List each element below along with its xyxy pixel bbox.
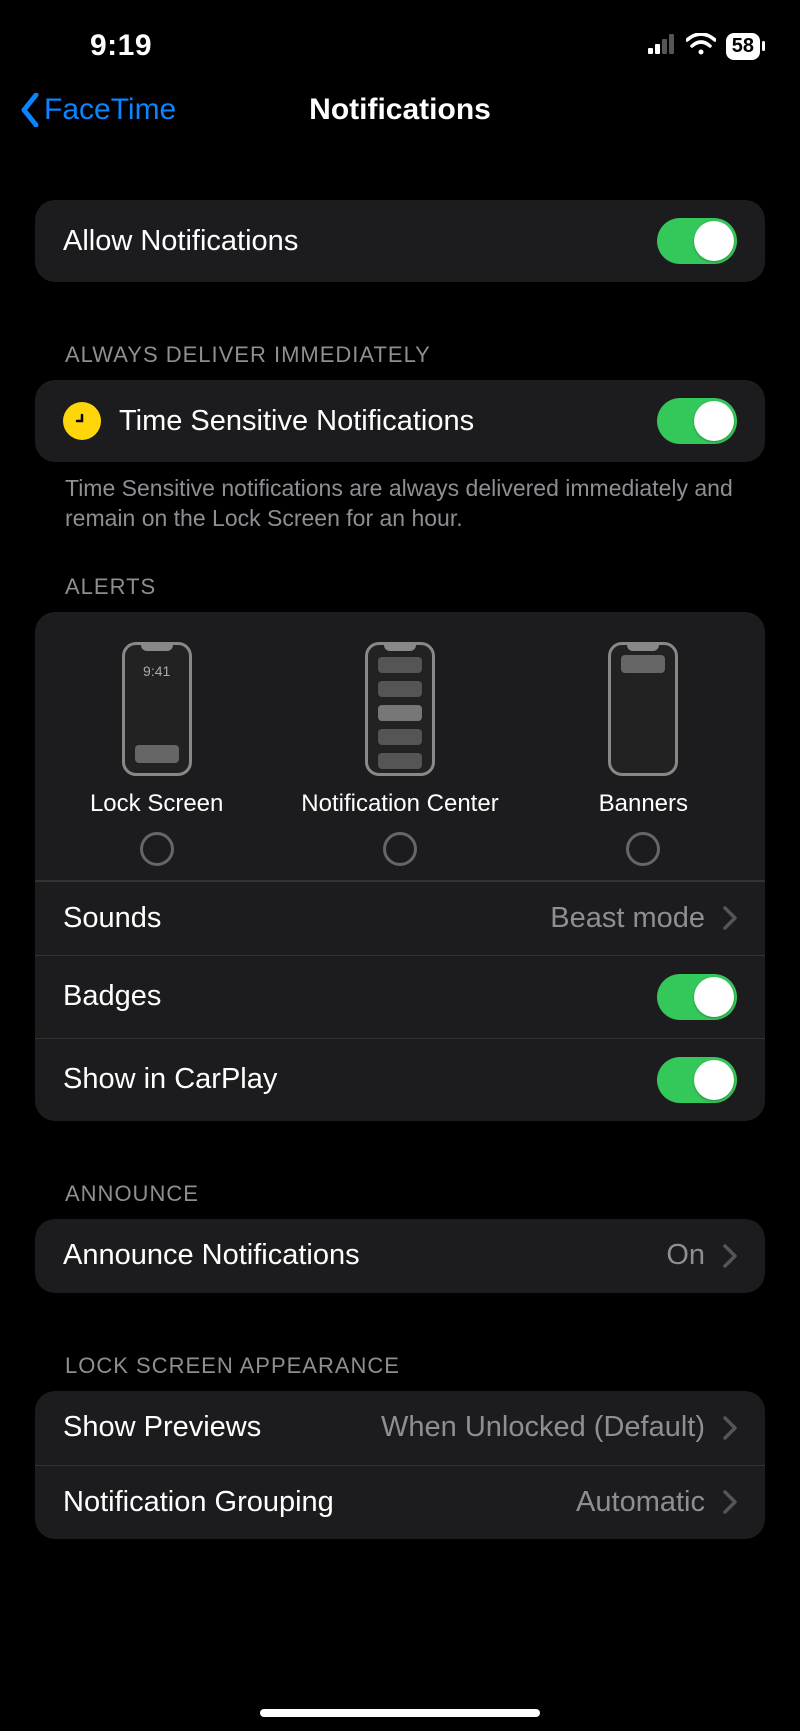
radio-banners[interactable] — [626, 832, 660, 866]
show-previews-value: When Unlocked (Default) — [381, 1411, 705, 1444]
section-header-announce: ANNOUNCE — [35, 1181, 765, 1219]
time-sensitive-label: Time Sensitive Notifications — [119, 405, 639, 438]
battery-indicator: 58 — [726, 33, 760, 60]
notification-grouping-value: Automatic — [576, 1486, 705, 1519]
chevron-right-icon — [723, 906, 737, 930]
carplay-label: Show in CarPlay — [63, 1063, 639, 1096]
show-previews-label: Show Previews — [63, 1411, 363, 1444]
chevron-left-icon — [20, 93, 40, 127]
alert-label-banners: Banners — [599, 790, 688, 818]
notification-grouping-row[interactable]: Notification Grouping Automatic — [35, 1465, 765, 1539]
carplay-row[interactable]: Show in CarPlay — [35, 1038, 765, 1121]
section-header-lockscreen: LOCK SCREEN APPEARANCE — [35, 1353, 765, 1391]
radio-notification-center[interactable] — [383, 832, 417, 866]
chevron-right-icon — [723, 1490, 737, 1514]
notification-grouping-label: Notification Grouping — [63, 1486, 558, 1519]
chevron-right-icon — [723, 1244, 737, 1268]
time-sensitive-card: Time Sensitive Notifications — [35, 380, 765, 462]
allow-notifications-row[interactable]: Allow Notifications — [35, 200, 765, 282]
status-time: 9:19 — [40, 29, 152, 63]
radio-lockscreen[interactable] — [140, 832, 174, 866]
badges-row[interactable]: Badges — [35, 955, 765, 1038]
time-sensitive-row[interactable]: Time Sensitive Notifications — [35, 380, 765, 462]
status-bar: 9:19 58 — [0, 0, 800, 70]
sounds-row[interactable]: Sounds Beast mode — [35, 881, 765, 955]
lockscreen-mock-icon: 9:41 — [122, 642, 192, 776]
alert-tile-notification-center[interactable]: Notification Center — [280, 642, 521, 866]
badges-toggle[interactable] — [657, 974, 737, 1020]
back-label: FaceTime — [44, 93, 176, 127]
sounds-value: Beast mode — [550, 902, 705, 935]
cellular-icon — [648, 34, 676, 59]
banners-mock-icon — [608, 642, 678, 776]
badges-label: Badges — [63, 980, 639, 1013]
clock-icon — [63, 402, 101, 440]
time-sensitive-toggle[interactable] — [657, 398, 737, 444]
alert-tile-lockscreen[interactable]: 9:41 Lock Screen — [36, 642, 277, 866]
sounds-label: Sounds — [63, 902, 532, 935]
alert-label-notification-center: Notification Center — [301, 790, 498, 818]
notification-center-mock-icon — [365, 642, 435, 776]
alert-label-lockscreen: Lock Screen — [90, 790, 223, 818]
announce-card: Announce Notifications On — [35, 1219, 765, 1293]
nav-bar: FaceTime Notifications — [0, 70, 800, 150]
chevron-right-icon — [723, 1416, 737, 1440]
announce-label: Announce Notifications — [63, 1239, 648, 1272]
lockscreen-card: Show Previews When Unlocked (Default) No… — [35, 1391, 765, 1539]
home-indicator[interactable] — [260, 1709, 540, 1717]
announce-row[interactable]: Announce Notifications On — [35, 1219, 765, 1293]
section-header-alerts: ALERTS — [35, 574, 765, 612]
allow-notifications-label: Allow Notifications — [63, 225, 639, 258]
time-sensitive-footer: Time Sensitive notifications are always … — [35, 462, 765, 534]
carplay-toggle[interactable] — [657, 1057, 737, 1103]
allow-card: Allow Notifications — [35, 200, 765, 282]
back-button[interactable]: FaceTime — [20, 93, 176, 127]
wifi-icon — [686, 33, 716, 60]
alerts-preview: 9:41 Lock Screen Notification Center — [35, 612, 765, 881]
alerts-card: 9:41 Lock Screen Notification Center — [35, 612, 765, 1121]
show-previews-row[interactable]: Show Previews When Unlocked (Default) — [35, 1391, 765, 1465]
alert-tile-banners[interactable]: Banners — [523, 642, 764, 866]
allow-notifications-toggle[interactable] — [657, 218, 737, 264]
announce-value: On — [666, 1239, 705, 1272]
section-header-deliver: ALWAYS DELIVER IMMEDIATELY — [35, 342, 765, 380]
lockscreen-mock-time: 9:41 — [125, 663, 189, 679]
